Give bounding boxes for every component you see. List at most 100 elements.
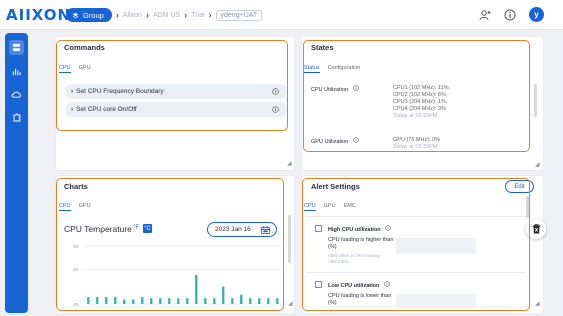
tab-configuration[interactable]: Configuration (328, 65, 361, 73)
timestamp: Today at 02:33PM (393, 113, 438, 119)
info-icon[interactable] (352, 85, 359, 91)
top-bar: AIIXON Group › Allxon › ADM US › Trial ›… (0, 0, 563, 30)
allxon-logo[interactable]: AIIXON (6, 6, 71, 24)
high-cpu-checkbox[interactable] (315, 225, 322, 232)
group-label: Group (83, 10, 104, 20)
chart-heading: CPU Temperature (64, 224, 132, 234)
timestamp: Today at 02:33PM (393, 144, 438, 150)
breadcrumb-item[interactable]: Trial (191, 12, 204, 19)
chart-bar (114, 297, 117, 304)
chart-bar (231, 298, 234, 304)
chart-bar (222, 286, 225, 304)
chart-bar (168, 298, 171, 304)
alerts-scrollbar[interactable] (526, 196, 529, 218)
puzzle-icon (13, 113, 20, 121)
sidebar-item-dashboard[interactable] (9, 40, 24, 55)
sidebar-item-plugins[interactable] (9, 109, 24, 124)
avatar[interactable]: y (529, 7, 544, 22)
info-icon[interactable] (353, 137, 359, 143)
date-picker[interactable]: 2023 Jan 16 (207, 222, 277, 237)
tab-cpu[interactable]: CPU (59, 203, 71, 211)
high-cpu-desc: CPU loading is higher than (%) (328, 237, 394, 250)
tab-emc[interactable]: EMC (344, 203, 356, 211)
states-title: States (311, 43, 334, 52)
chart-bar (258, 298, 261, 304)
breadcrumb-item[interactable]: Allxon (123, 12, 142, 19)
dashboard-icon (12, 43, 21, 52)
sidebar-item-analytics[interactable] (9, 64, 24, 79)
add-user-icon[interactable] (479, 9, 491, 21)
commands-panel: Commands CPU GPU › Set CPU Frequency Bou… (56, 37, 294, 170)
chart-bar (159, 298, 162, 304)
cpu-temperature-chart: 30 28 25 (73, 244, 282, 307)
cloud-icon (11, 91, 21, 98)
info-icon[interactable] (504, 9, 516, 21)
chart-bar (105, 297, 108, 304)
chart-bar (249, 298, 252, 304)
charts-title: Charts (64, 182, 88, 191)
tab-gpu[interactable]: GPU (79, 203, 91, 211)
fahrenheit-toggle[interactable]: °F (133, 225, 139, 231)
breadcrumb: Group › Allxon › ADM US › Trial › ydeng+… (66, 8, 263, 22)
breadcrumb-item[interactable]: ADM US (153, 12, 180, 19)
resize-handle[interactable]: ◢ (535, 300, 540, 307)
chart-bar (267, 298, 270, 304)
high-cpu-threshold-input[interactable] (396, 238, 476, 254)
states-tabs: Status Configuration (304, 65, 360, 73)
low-cpu-title: Low CPU utilization (328, 281, 390, 289)
chevron-right-icon: › (115, 10, 119, 20)
command-label: Set CPU Frequency Boundary (76, 88, 164, 95)
gpu-utilization-label: GPU Utilization (311, 137, 359, 145)
delete-button[interactable] (526, 219, 546, 239)
resize-handle[interactable]: ◢ (535, 161, 540, 168)
layers-icon (72, 12, 79, 18)
info-icon[interactable] (272, 88, 279, 95)
tab-gpu[interactable]: GPU (79, 65, 91, 73)
chart-bar (177, 298, 180, 304)
high-cpu-title: High CPU utilization (328, 225, 391, 233)
low-cpu-desc: CPU loading is lower than (%) (328, 293, 392, 306)
info-icon[interactable] (272, 106, 279, 113)
y-tick-label: 25 (73, 302, 79, 307)
tab-cpu[interactable]: CPU (59, 65, 71, 73)
chart-bar (240, 294, 243, 304)
command-label: Set CPU core On/Off (76, 106, 137, 113)
chevron-right-icon: › (71, 106, 74, 113)
resize-handle[interactable]: ◢ (288, 300, 293, 307)
gpu-utilization-value: GPU (76 MHz): 0% Today at 02:33PM (393, 137, 441, 150)
edit-button[interactable]: Edit (505, 180, 534, 193)
sidebar (5, 33, 28, 313)
chart-bar (276, 298, 279, 304)
group-pill[interactable]: Group (66, 8, 112, 22)
calendar-icon (261, 226, 270, 234)
states-scrollbar[interactable] (534, 84, 537, 117)
tab-status[interactable]: Status (304, 65, 320, 73)
date-label: 2023 Jan 16 (215, 226, 251, 233)
high-cpu-hint: Alert when a CPU loading >30/100% (328, 253, 380, 264)
commands-title: Commands (64, 43, 105, 52)
chart-bar (123, 299, 126, 304)
info-icon[interactable] (384, 281, 390, 287)
chevron-right-icon: › (184, 10, 188, 20)
tab-gpu[interactable]: GPU (324, 203, 336, 211)
celsius-toggle[interactable]: °C (143, 224, 152, 233)
set-cpu-frequency-command[interactable]: › Set CPU Frequency Boundary (65, 84, 287, 99)
alert-tabs: CPU GPU EMC (304, 203, 356, 211)
chevron-right-icon: › (71, 88, 74, 95)
chart-bar (186, 298, 189, 304)
cpu-utilization-value: CPU1 (102 MHz): 11%, CPU2 (102 MHz): 6%,… (393, 85, 451, 119)
breadcrumb-item-current[interactable]: ydeng+UAT (215, 9, 263, 21)
chart-bar (150, 298, 153, 304)
chart-bar (195, 275, 198, 304)
set-cpu-core-command[interactable]: › Set CPU core On/Off (65, 102, 287, 117)
tab-cpu[interactable]: CPU (304, 203, 316, 211)
trash-icon (532, 224, 540, 234)
sidebar-item-cloud[interactable] (9, 87, 24, 102)
chart-bar (204, 298, 207, 304)
info-icon[interactable] (385, 225, 391, 231)
low-cpu-checkbox[interactable] (315, 281, 322, 288)
low-cpu-threshold-input[interactable] (396, 294, 476, 308)
resize-handle[interactable]: ◢ (287, 160, 292, 167)
chevron-right-icon: › (145, 10, 149, 20)
chart-bar (87, 297, 90, 304)
